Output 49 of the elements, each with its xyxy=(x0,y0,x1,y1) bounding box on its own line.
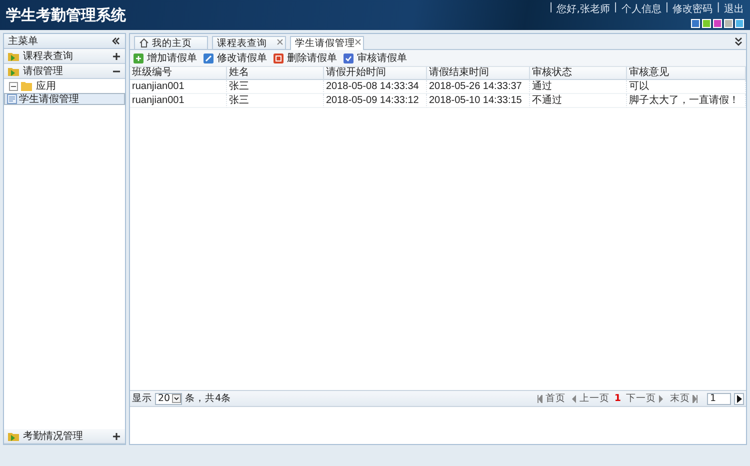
column-header[interactable]: 班级编号 xyxy=(130,67,227,80)
menu-group[interactable]: 考勤情况管理 xyxy=(4,429,125,444)
pager-label: 显示 xyxy=(132,392,152,405)
table-cell: 2018-05-10 14:33:15 xyxy=(427,94,530,108)
table-cell: 通过 xyxy=(530,80,627,94)
table-cell: 张三 xyxy=(227,80,324,94)
column-header[interactable]: 审核意见 xyxy=(627,67,746,80)
table-cell: ruanjian001 xyxy=(130,94,227,108)
tree-node[interactable]: 应用 xyxy=(4,79,125,93)
header-link[interactable]: 修改密码 xyxy=(672,2,713,16)
pager-count: 条，共4条 xyxy=(185,392,232,405)
column-header[interactable]: 请假结束时间 xyxy=(427,67,530,80)
separator: | xyxy=(665,2,669,15)
menu-group[interactable]: 课程表查询 xyxy=(4,49,125,64)
column-header[interactable]: 审核状态 xyxy=(530,67,627,80)
tab[interactable]: 课程表查询 xyxy=(212,36,286,49)
table-cell: 2018-05-26 14:33:37 xyxy=(427,80,530,94)
table-cell: 2018-05-09 14:33:12 xyxy=(324,94,427,108)
current-page: 1 xyxy=(614,393,621,404)
toolbar-button[interactable]: 修改请假单 xyxy=(203,51,267,65)
separator: | xyxy=(614,2,618,15)
menu-group[interactable]: 请假管理 xyxy=(4,64,125,79)
first-page-link[interactable]: 首页 xyxy=(537,392,566,405)
column-header[interactable]: 请假开始时间 xyxy=(324,67,427,80)
separator: | xyxy=(716,2,720,15)
table-cell: 可以 xyxy=(627,80,746,94)
next-page-link[interactable]: 下一页 xyxy=(626,392,663,405)
table-cell: 2018-05-08 14:33:34 xyxy=(324,80,427,94)
last-page-link[interactable]: 末页 xyxy=(670,392,698,405)
header-link[interactable]: 您好,张老师 xyxy=(556,2,610,16)
panel-title: 主菜单 xyxy=(8,34,38,48)
toolbar-button[interactable]: 审核请假单 xyxy=(343,51,407,65)
table-cell: 不通过 xyxy=(530,94,627,108)
separator: | xyxy=(549,2,553,15)
toolbar-button[interactable]: 删除请假单 xyxy=(273,51,337,65)
tab[interactable]: 我的主页 xyxy=(134,36,208,49)
toolbar-button[interactable]: 增加请假单 xyxy=(133,51,197,65)
table-cell: ruanjian001 xyxy=(130,80,227,94)
table-cell: 张三 xyxy=(227,94,324,108)
page-input[interactable]: 1 xyxy=(707,392,731,404)
header-link[interactable]: 退出 xyxy=(724,2,744,16)
tab[interactable]: 学生请假管理 xyxy=(290,36,364,50)
column-header[interactable]: 姓名 xyxy=(227,67,324,80)
table-cell: 脚子太大了，一直请假！ xyxy=(627,94,746,108)
app-title: 学生考勤管理系统 xyxy=(6,6,126,24)
prev-page-link[interactable]: 上一页 xyxy=(572,392,610,405)
page-size-select[interactable]: 20 xyxy=(155,392,182,404)
header-link[interactable]: 个人信息 xyxy=(621,2,662,16)
tree-item[interactable]: 学生请假管理 xyxy=(4,93,125,105)
